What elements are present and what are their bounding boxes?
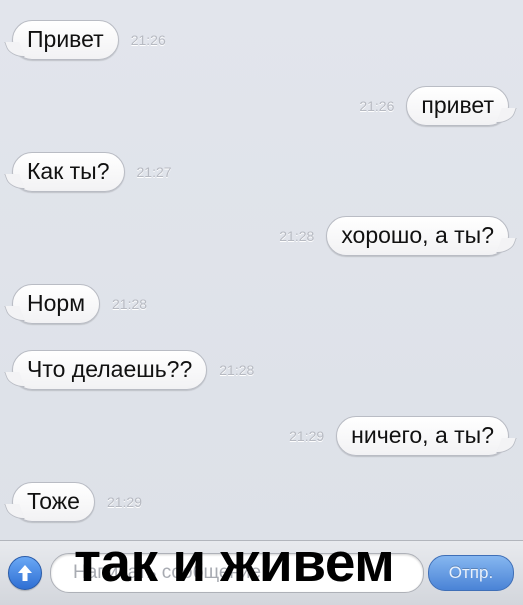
message-time: 21:26 (130, 32, 166, 48)
caption-overlay: так и живем (74, 531, 395, 593)
message-incoming: Как ты? 21:27 (12, 152, 172, 192)
message-bubble: Тоже (12, 482, 95, 522)
message-time: 21:27 (136, 164, 172, 180)
message-bubble: привет (406, 86, 509, 126)
message-time: 21:29 (289, 428, 325, 444)
message-outgoing: 21:26 привет (359, 86, 509, 126)
message-incoming: Тоже 21:29 (12, 482, 142, 522)
message-time: 21:28 (279, 228, 315, 244)
message-bubble: Норм (12, 284, 101, 324)
arrow-up-icon (17, 564, 33, 582)
chat-thread: Привет 21:26 21:26 привет Как ты? 21:27 … (0, 0, 523, 540)
message-bubble: хорошо, а ты? (326, 216, 509, 256)
message-bubble: Привет (12, 20, 119, 60)
message-outgoing: 21:28 хорошо, а ты? (279, 216, 509, 256)
message-bubble: Что делаешь?? (12, 350, 208, 390)
message-time: 21:29 (106, 494, 143, 510)
message-incoming: Привет 21:26 (12, 20, 166, 60)
message-bubble: Как ты? (12, 152, 125, 192)
message-incoming: Норм 21:28 (12, 284, 147, 324)
message-time: 21:26 (359, 98, 395, 114)
message-time: 21:28 (112, 296, 148, 312)
send-button[interactable]: Отпр. (428, 555, 514, 591)
message-incoming: Что делаешь?? 21:28 (12, 350, 254, 390)
attach-button[interactable] (8, 556, 42, 590)
message-time: 21:28 (219, 362, 255, 378)
message-bubble: ничего, а ты? (336, 416, 509, 456)
message-outgoing: 21:29 ничего, а ты? (289, 416, 509, 456)
